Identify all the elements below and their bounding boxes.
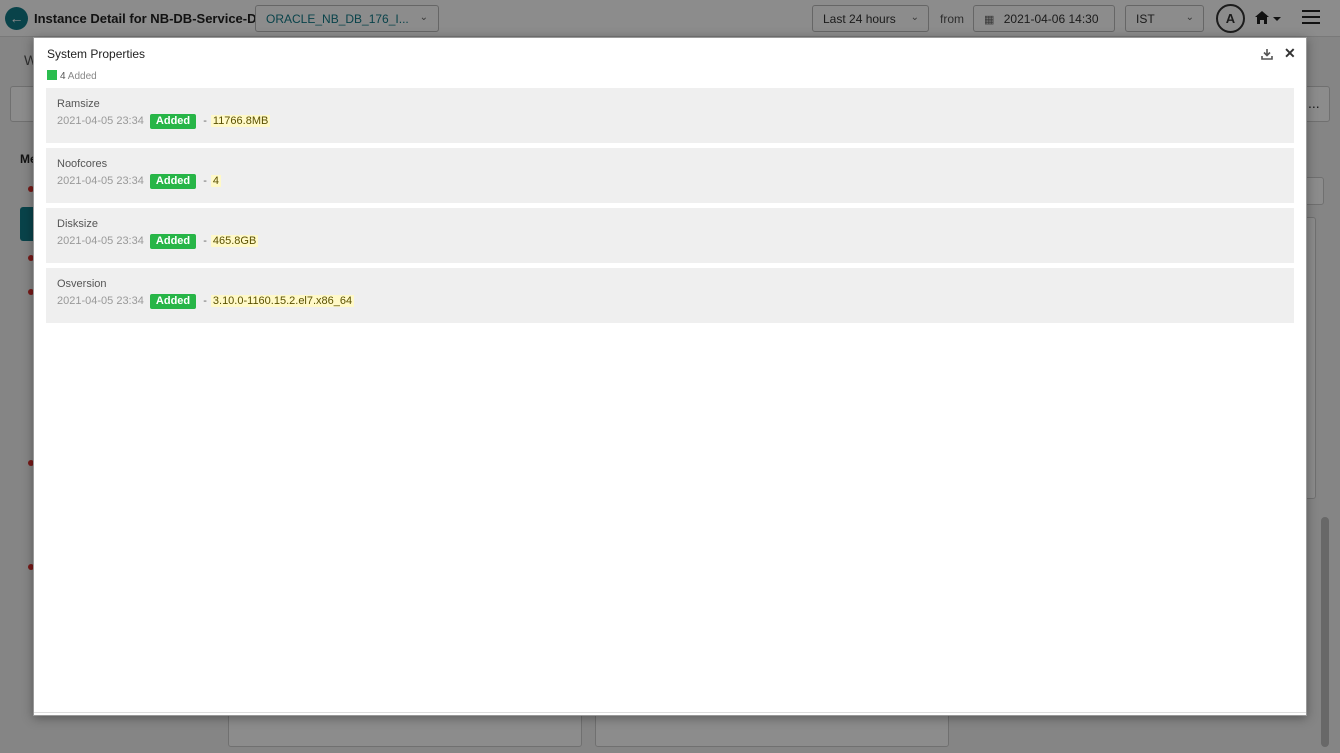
modal-divider: [34, 712, 1306, 713]
property-value: 4: [210, 175, 222, 187]
property-timestamp: 2021-04-05 23:34: [57, 115, 144, 127]
added-legend-swatch: [47, 70, 57, 80]
added-badge: Added: [149, 294, 197, 309]
summary-count: 4: [60, 71, 66, 82]
property-timestamp: 2021-04-05 23:34: [57, 295, 144, 307]
property-value: 465.8GB: [210, 235, 259, 247]
separator: -: [203, 115, 207, 127]
property-value: 11766.8MB: [210, 115, 271, 127]
property-name: Osversion: [57, 278, 107, 290]
property-timestamp: 2021-04-05 23:34: [57, 175, 144, 187]
property-name: Disksize: [57, 218, 98, 230]
property-name: Noofcores: [57, 158, 108, 170]
separator: -: [203, 175, 207, 187]
list-item: Osversion 2021-04-05 23:34 Added -3.10.0…: [46, 268, 1294, 323]
property-timestamp: 2021-04-05 23:34: [57, 235, 144, 247]
close-icon[interactable]: ✕: [1284, 45, 1296, 61]
list-item: Ramsize 2021-04-05 23:34 Added -11766.8M…: [46, 88, 1294, 143]
added-badge: Added: [149, 174, 197, 189]
property-list: Ramsize 2021-04-05 23:34 Added -11766.8M…: [46, 88, 1294, 328]
list-item: Disksize 2021-04-05 23:34 Added -465.8GB: [46, 208, 1294, 263]
separator: -: [203, 235, 207, 247]
download-icon[interactable]: [1261, 47, 1273, 60]
property-value: 3.10.0-1160.15.2.el7.x86_64: [210, 295, 355, 307]
modal-title: System Properties: [47, 47, 146, 61]
list-item: Noofcores 2021-04-05 23:34 Added -4: [46, 148, 1294, 203]
separator: -: [203, 295, 207, 307]
property-name: Ramsize: [57, 98, 100, 110]
download-glyph: [1261, 49, 1273, 60]
added-badge: Added: [149, 234, 197, 249]
change-summary: 4 Added: [47, 70, 97, 82]
added-badge: Added: [149, 114, 197, 129]
system-properties-modal: System Properties ✕ 4 Added Ramsize 2021…: [33, 37, 1307, 716]
summary-label: Added: [67, 71, 97, 82]
